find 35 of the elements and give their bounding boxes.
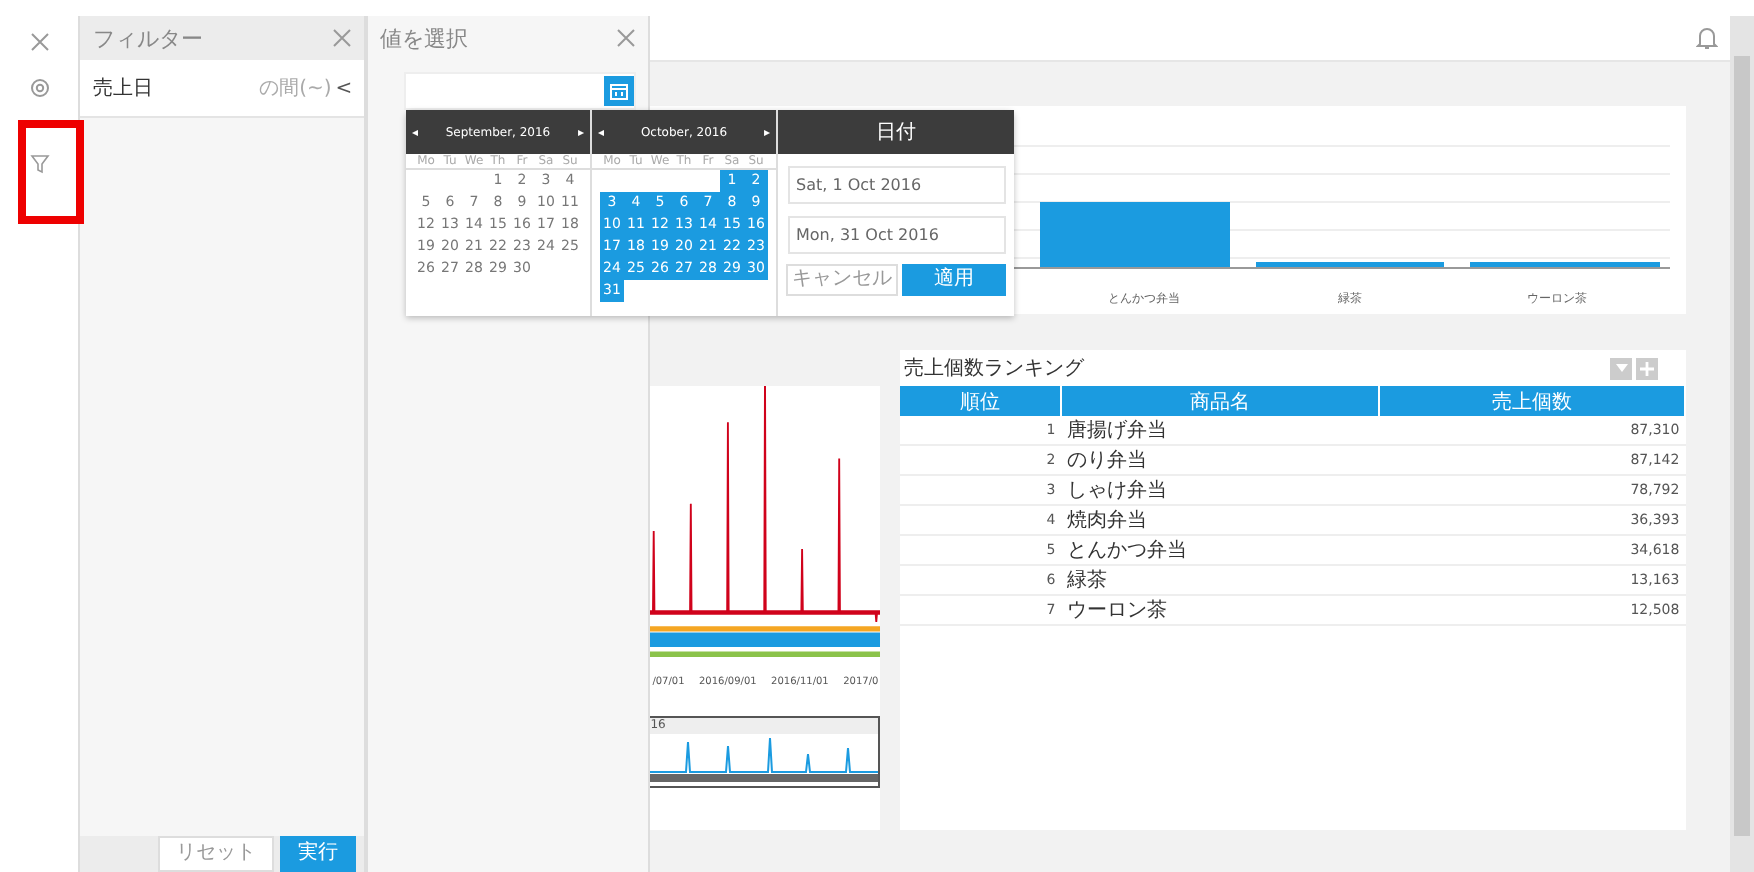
close-icon[interactable] (332, 28, 353, 48)
start-date-field[interactable]: Sat, 1 Oct 2016 (788, 166, 1006, 204)
reset-button[interactable]: リセット (158, 836, 275, 872)
calendar-icon[interactable] (604, 76, 635, 106)
highlight-frame (18, 120, 84, 224)
table-cell: ウーロン茶 (1061, 595, 1380, 625)
table-cell: しゃけ弁当 (1061, 475, 1380, 505)
range-title: 日付 (778, 110, 1014, 154)
table-cell: 唐揚げ弁当 (1061, 416, 1380, 445)
column-header[interactable]: 商品名 (1061, 386, 1380, 416)
plus-icon[interactable] (1636, 357, 1659, 379)
field-label: 売上日 (92, 75, 155, 102)
panel-title: 値を選択 (380, 23, 469, 53)
apply-button[interactable]: 適用 (902, 264, 1006, 296)
filter-icon[interactable] (29, 154, 50, 174)
operator-label: の間(~) (259, 76, 332, 102)
filter-row[interactable]: 売上日 の間(~) < (80, 60, 365, 118)
close-icon[interactable] (29, 32, 50, 52)
panel-title: フィルター (92, 23, 203, 53)
table-cell: のり弁当 (1061, 445, 1380, 475)
close-icon[interactable] (616, 28, 637, 48)
scrollbar-thumb[interactable] (1734, 56, 1751, 836)
chevron-icon[interactable]: < (335, 77, 353, 99)
end-date-field[interactable]: Mon, 31 Oct 2016 (788, 216, 1006, 254)
table-cell: 緑茶 (1061, 565, 1380, 595)
cancel-button[interactable]: キャンセル (786, 264, 898, 296)
table-cell: 焼肉弁当 (1061, 505, 1380, 535)
date-field[interactable] (404, 72, 637, 110)
run-button[interactable]: 実行 (280, 836, 357, 872)
caret-icon[interactable] (1610, 357, 1633, 379)
table-title: 売上個数ランキング (904, 355, 1085, 382)
table-cell: とんかつ弁当 (1061, 535, 1380, 565)
bell-icon[interactable] (1696, 26, 1719, 50)
column-header[interactable]: 順位 (900, 386, 1062, 416)
column-header[interactable]: 売上個数 (1379, 386, 1686, 416)
